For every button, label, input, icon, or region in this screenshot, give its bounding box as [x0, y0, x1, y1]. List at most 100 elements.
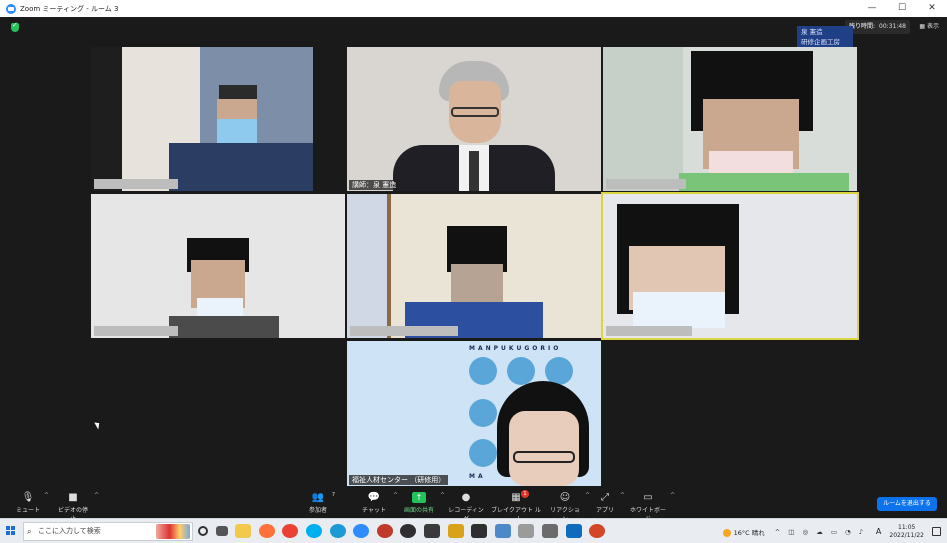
apps-button[interactable]: ⤢ アプリ ^	[594, 492, 625, 514]
app-icon[interactable]	[423, 524, 440, 538]
clock-time: 11:05	[898, 523, 916, 531]
chevron-up-icon[interactable]: ^	[94, 492, 99, 499]
search-placeholder: ここに入力して検索	[38, 527, 101, 535]
participant-mask	[217, 119, 257, 143]
mascot-icon	[469, 357, 497, 385]
breakout-timer: 残り時間: 00:31:48	[845, 20, 910, 34]
chevron-up-icon[interactable]: ^	[44, 492, 49, 499]
reactions-icon: ☺	[559, 492, 571, 503]
participant-glasses	[513, 451, 575, 463]
chat-button[interactable]: 💬 チャット ^	[359, 492, 398, 514]
chevron-up-icon[interactable]: ^	[393, 492, 398, 499]
file-explorer-icon[interactable]	[235, 524, 252, 538]
video-tile-3[interactable]	[603, 47, 857, 191]
zoom-app-icon	[6, 3, 16, 14]
zoom-taskbar-icon[interactable]	[353, 524, 370, 538]
speaker-name-tag: 講師：泉 憲造	[349, 180, 400, 190]
camera-app-icon[interactable]	[541, 524, 558, 538]
chevron-up-icon[interactable]: ^	[620, 492, 625, 499]
obs-icon[interactable]	[400, 524, 417, 538]
meeting-area: 残り時間:00:31:48 ▦ 表示 泉 憲造 研修企画工房 講師：泉 憲造	[4, 17, 943, 517]
apps-icon: ⤢	[601, 492, 609, 503]
participant-face	[509, 411, 579, 486]
share-name-tag: 福祉人材センター （研修用）	[349, 475, 449, 485]
video-tile-speaker[interactable]: 講師：泉 憲造	[347, 47, 601, 191]
app-icon[interactable]	[471, 524, 488, 538]
weather-text: 16°C 晴れ	[733, 528, 765, 537]
window-frame	[347, 194, 391, 338]
tile-background	[603, 47, 683, 191]
participant-name-tag	[350, 326, 458, 336]
participant-shirt	[169, 316, 279, 338]
speaker-glasses	[451, 107, 499, 117]
minimize-button[interactable]: —	[857, 0, 887, 17]
chrome-icon[interactable]	[282, 524, 299, 538]
outlook-icon[interactable]	[565, 524, 582, 538]
encryption-shield-icon[interactable]	[11, 21, 19, 32]
video-tile-4[interactable]	[91, 194, 345, 338]
participant-name-tag	[606, 326, 692, 336]
cortana-icon[interactable]	[198, 526, 208, 536]
notification-icon[interactable]	[932, 527, 941, 536]
window-controls: — ☐ ✕	[857, 0, 947, 17]
video-tile-6-active[interactable]	[601, 192, 859, 340]
taskbar-search-box[interactable]: ⌕ ここに入力して検索	[23, 522, 193, 541]
skype-icon[interactable]	[305, 524, 322, 538]
sun-icon	[722, 528, 731, 537]
close-button[interactable]: ✕	[917, 0, 947, 17]
participant-name-tag	[94, 179, 178, 189]
search-icon: ⌕	[27, 527, 32, 536]
view-label: 表示	[926, 23, 939, 30]
firefox-icon[interactable]	[258, 524, 275, 538]
app-icon[interactable]	[494, 524, 511, 538]
app-icon[interactable]	[447, 524, 464, 538]
record-app-icon[interactable]	[376, 524, 393, 538]
participant-shirt	[679, 173, 849, 191]
windows-start-icon[interactable]	[6, 526, 16, 536]
mute-button[interactable]: 🎙 ミュート ^	[16, 492, 49, 514]
maximize-button[interactable]: ☐	[887, 0, 917, 17]
taskbar-clock[interactable]: 11:05 2022/11/22	[889, 524, 924, 540]
chevron-up-icon[interactable]: ^	[585, 492, 590, 499]
video-tile-5[interactable]	[347, 194, 601, 338]
participants-label: 参加者	[308, 507, 327, 514]
participants-button[interactable]: 👥 7 参加者	[306, 492, 335, 514]
timer-value: 00:31:48	[879, 23, 906, 30]
powerpoint-icon[interactable]	[589, 524, 606, 538]
record-icon: ●	[461, 492, 471, 503]
breakout-badge: 1	[521, 490, 529, 498]
participants-count: 7	[331, 492, 335, 498]
weather-widget[interactable]: 16°C 晴れ	[722, 527, 765, 537]
clock-date: 2022/11/22	[889, 531, 924, 539]
ime-indicator[interactable]: A	[876, 527, 881, 536]
chevron-up-icon[interactable]: ^	[670, 492, 675, 499]
tray-icons[interactable]: ^ ◫ ◎ ☁ ▭ ◔ ♪	[775, 528, 866, 536]
video-tile-1[interactable]	[91, 47, 313, 191]
share-label: 画面の共有	[403, 507, 434, 514]
whiteboard-icon: ▭	[643, 492, 653, 503]
video-camera-icon: ■	[68, 492, 78, 503]
leave-room-button[interactable]: ルームを退出する	[877, 497, 937, 511]
mouse-cursor-icon	[94, 420, 102, 430]
task-view-icon[interactable]	[215, 526, 228, 536]
speaker-tie	[469, 151, 479, 191]
breakout-rooms-icon: ▦ 1	[509, 490, 529, 503]
search-highlight-art	[156, 524, 190, 539]
participant-name-tag	[94, 326, 178, 336]
system-tray: 16°C 晴れ ^ ◫ ◎ ☁ ▭ ◔ ♪ A 11:05 2022/11/22	[722, 521, 941, 542]
share-screen-button[interactable]: ↑ 画面の共有 ^	[402, 492, 445, 514]
participant-name-tag	[606, 179, 686, 189]
video-tile-share[interactable]: MANPUKUGORIO MA 福祉人材センター （研修用）	[347, 341, 601, 486]
participant-mask	[633, 292, 725, 328]
taskbar-apps	[198, 524, 613, 540]
host-name-badge: 泉 憲造 研修企画工房	[797, 26, 853, 48]
apps-label: アプリ	[595, 507, 614, 514]
windows-taskbar: ⌕ ここに入力して検索 16°C 晴れ ^ ◫ ◎ ☁ ▭ ◔ ♪ A 11:0…	[0, 518, 947, 543]
app-icon[interactable]	[518, 524, 535, 538]
view-button[interactable]: ▦ 表示	[919, 20, 939, 34]
share-screen-icon: ↑	[412, 492, 426, 503]
chat-icon: 💬	[367, 492, 381, 503]
chevron-up-icon[interactable]: ^	[440, 492, 445, 499]
edge-icon[interactable]	[329, 524, 346, 538]
mascot-icon	[469, 439, 497, 467]
